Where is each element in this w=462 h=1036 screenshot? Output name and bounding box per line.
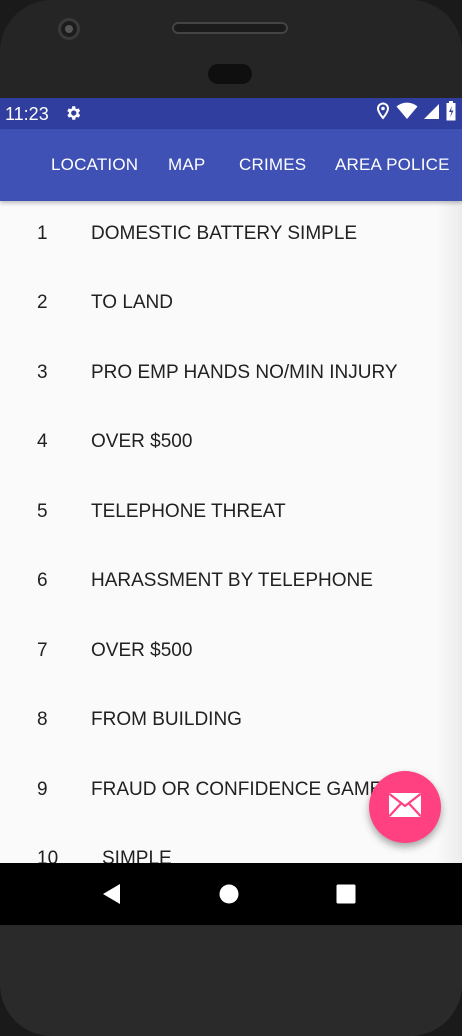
list-item-text: TELEPHONE THREAT bbox=[91, 501, 286, 522]
list-item-number: 6 bbox=[37, 570, 48, 591]
battery-icon bbox=[446, 100, 456, 126]
screen: 11:23 LOCATION MAP CRIMES AREA POLICE 1 … bbox=[0, 98, 462, 926]
list-item[interactable]: 7 OVER $500 bbox=[0, 618, 462, 687]
list-item-text: TO LAND bbox=[91, 292, 174, 313]
list-item-number: 4 bbox=[37, 431, 48, 452]
home-icon[interactable] bbox=[199, 863, 259, 925]
proximity-sensor bbox=[208, 64, 252, 84]
list-item-number: 2 bbox=[37, 292, 48, 313]
list-item-number: 5 bbox=[37, 501, 48, 522]
location-pin-icon bbox=[376, 101, 390, 125]
list-item-text: HARASSMENT BY TELEPHONE bbox=[91, 570, 373, 591]
status-icons bbox=[376, 100, 456, 126]
list-item[interactable]: 6 HARASSMENT BY TELEPHONE bbox=[0, 548, 462, 617]
status-bar: 11:23 bbox=[0, 98, 462, 129]
list-item-number: 8 bbox=[37, 709, 48, 730]
tab-map[interactable]: MAP bbox=[168, 129, 205, 201]
tab-location[interactable]: LOCATION bbox=[51, 129, 138, 201]
list-item-number: 3 bbox=[37, 362, 48, 383]
status-time: 11:23 bbox=[5, 104, 49, 124]
list-item[interactable]: 5 TELEPHONE THREAT bbox=[0, 479, 462, 548]
front-camera bbox=[58, 18, 80, 40]
list-item[interactable]: 2 TO LAND bbox=[0, 270, 462, 339]
list-item-number: 9 bbox=[37, 779, 48, 800]
list-item-number: 7 bbox=[37, 640, 48, 661]
back-icon[interactable] bbox=[82, 863, 142, 925]
list-item[interactable]: 1 DOMESTIC BATTERY SIMPLE bbox=[0, 201, 462, 270]
list-item-text: FROM BUILDING bbox=[91, 709, 242, 730]
settings-gear-icon bbox=[64, 104, 82, 122]
list-item[interactable]: 3 PRO EMP HANDS NO/MIN INJURY bbox=[0, 340, 462, 409]
device-top-bezel bbox=[0, 0, 462, 98]
tab-area-police[interactable]: AREA POLICE bbox=[335, 129, 450, 201]
earpiece-speaker bbox=[172, 22, 288, 34]
list-item[interactable]: 8 FROM BUILDING bbox=[0, 687, 462, 756]
signal-icon bbox=[424, 102, 440, 125]
tab-bar: LOCATION MAP CRIMES AREA POLICE bbox=[0, 129, 462, 201]
list-item[interactable]: 4 OVER $500 bbox=[0, 409, 462, 478]
list-item-text: OVER $500 bbox=[91, 640, 193, 661]
recents-icon[interactable] bbox=[316, 863, 376, 925]
tab-crimes[interactable]: CRIMES bbox=[239, 129, 306, 201]
mail-envelope-icon bbox=[388, 792, 422, 823]
list-item-text: FRAUD OR CONFIDENCE GAME bbox=[91, 779, 383, 800]
list-item-number: 1 bbox=[37, 223, 48, 244]
list-item-text: OVER $500 bbox=[91, 431, 193, 452]
wifi-icon bbox=[396, 102, 418, 125]
mail-fab-button[interactable] bbox=[369, 771, 441, 843]
navigation-bar bbox=[0, 863, 462, 925]
list-item-text: DOMESTIC BATTERY SIMPLE bbox=[91, 223, 358, 244]
list-item-text: PRO EMP HANDS NO/MIN INJURY bbox=[91, 362, 398, 383]
device-frame: 11:23 LOCATION MAP CRIMES AREA POLICE 1 … bbox=[0, 0, 462, 1036]
device-bottom-bezel bbox=[0, 925, 462, 1036]
